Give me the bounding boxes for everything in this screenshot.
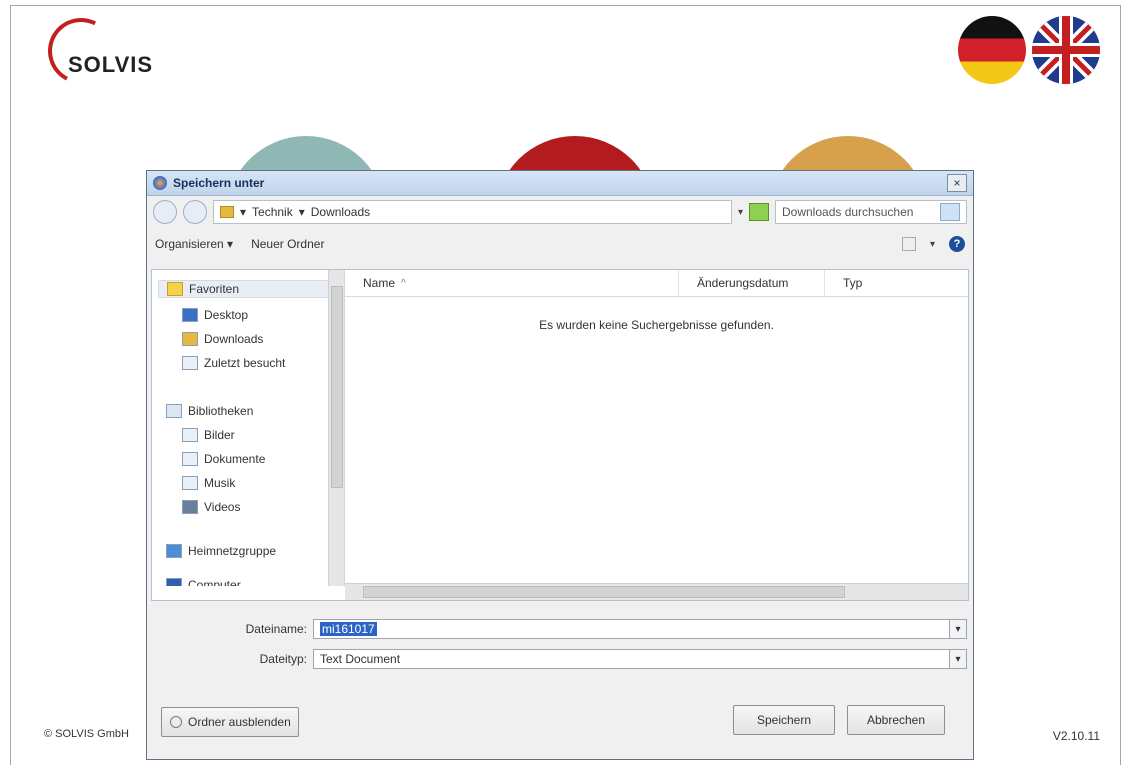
hide-folders-label: Ordner ausblenden — [188, 715, 291, 729]
browser-icon — [153, 176, 167, 190]
uk-flag-svg — [1032, 16, 1100, 84]
libraries-icon — [166, 404, 182, 418]
hscroll-thumb[interactable] — [363, 586, 845, 598]
breadcrumb-item-downloads[interactable]: Downloads — [311, 205, 370, 219]
breadcrumb-caret-1: ▾ — [240, 205, 247, 219]
breadcrumb-item-technik[interactable]: Technik — [252, 205, 293, 219]
star-icon — [167, 282, 183, 296]
view-dropdown-icon[interactable]: ▾ — [930, 239, 935, 250]
forward-button[interactable] — [183, 200, 207, 224]
nav-documents-label: Dokumente — [204, 452, 266, 466]
filename-dropdown-icon[interactable]: ▾ — [949, 620, 966, 638]
file-list-header: Name ^ Änderungsdatum Typ — [345, 270, 968, 297]
nav-scroll-thumb[interactable] — [331, 286, 343, 488]
pictures-icon — [182, 428, 198, 442]
computer-icon — [166, 578, 182, 586]
filename-label: Dateiname: — [245, 622, 307, 636]
nav-computer[interactable]: Computer — [166, 576, 241, 586]
recent-places-icon — [182, 356, 198, 370]
dialog-titlebar: Speichern unter × — [147, 171, 973, 196]
nav-homegroup[interactable]: Heimnetzgruppe — [166, 542, 276, 560]
desktop-icon — [182, 308, 198, 322]
nav-computer-label: Computer — [188, 578, 241, 586]
help-icon[interactable]: ? — [949, 236, 965, 252]
version-text: V2.10.11 — [1052, 729, 1100, 743]
nav-vertical-scrollbar[interactable] — [328, 270, 344, 586]
nav-videos-label: Videos — [204, 500, 241, 514]
new-folder-button[interactable]: Neuer Ordner — [251, 237, 324, 251]
nav-desktop[interactable]: Desktop — [182, 306, 248, 324]
filetype-label: Dateityp: — [259, 652, 307, 666]
toolbar-right: ▾ ? — [901, 236, 965, 252]
filetype-row: Dateityp: Text Document ▾ — [227, 649, 967, 669]
save-button[interactable]: Speichern — [733, 705, 835, 735]
nav-recent-label: Zuletzt besucht — [204, 356, 286, 370]
nav-videos[interactable]: Videos — [182, 498, 240, 516]
breadcrumb-caret-2: ▾ — [298, 205, 305, 219]
nav-documents[interactable]: Dokumente — [182, 450, 265, 468]
empty-results-message: Es wurden keine Suchergebnisse gefunden. — [539, 318, 774, 332]
organize-label: Organisieren — [155, 237, 224, 251]
column-name[interactable]: Name ^ — [345, 270, 679, 296]
nav-homegroup-label: Heimnetzgruppe — [188, 544, 277, 558]
search-placeholder: Downloads durchsuchen — [782, 205, 914, 219]
view-options-icon[interactable] — [901, 237, 916, 251]
file-list: Name ^ Änderungsdatum Typ Es wurden kein… — [345, 270, 968, 600]
downloads-folder-icon — [182, 332, 198, 346]
history-dropdown-icon[interactable]: ▾ — [738, 207, 743, 218]
dialog-toolbar: Organisieren ▾ Neuer Ordner ▾ ? — [147, 228, 973, 260]
nav-recent[interactable]: Zuletzt besucht — [182, 354, 285, 372]
nav-music-label: Musik — [204, 476, 236, 490]
file-list-horizontal-scrollbar[interactable] — [345, 583, 968, 600]
close-button[interactable]: × — [947, 174, 967, 192]
dialog-title: Speichern unter — [173, 176, 265, 190]
nav-libraries-label: Bibliotheken — [188, 404, 254, 418]
refresh-icon[interactable] — [749, 203, 769, 221]
filetype-combobox[interactable]: Text Document ▾ — [313, 649, 967, 669]
nav-desktop-label: Desktop — [204, 308, 249, 322]
search-field[interactable]: Downloads durchsuchen — [775, 200, 967, 224]
nav-favorites[interactable]: Favoriten — [158, 280, 334, 298]
filename-combobox[interactable]: mi161017 ▾ — [313, 619, 967, 639]
back-button[interactable] — [153, 200, 177, 224]
sort-indicator-icon: ^ — [401, 277, 406, 289]
nav-pictures-label: Bilder — [204, 428, 235, 442]
folder-icon — [220, 206, 234, 218]
nav-pictures[interactable]: Bilder — [182, 426, 235, 444]
hide-folders-icon — [170, 716, 182, 728]
filetype-dropdown-icon[interactable]: ▾ — [949, 650, 966, 668]
address-bar: ▾ Technik ▾ Downloads ▾ Downloads durchs… — [147, 196, 973, 228]
navigation-pane: Favoriten Desktop Downloads Zuletzt besu… — [152, 270, 345, 586]
uk-flag-icon[interactable] — [1032, 16, 1100, 84]
logo-text: SOLVIS — [68, 52, 154, 77]
hide-folders-button[interactable]: Ordner ausblenden — [161, 707, 299, 737]
path-box[interactable]: ▾ Technik ▾ Downloads — [213, 200, 732, 224]
documents-icon — [182, 452, 198, 466]
nav-downloads-label: Downloads — [204, 332, 264, 346]
nav-music[interactable]: Musik — [182, 474, 235, 492]
nav-favorites-label: Favoriten — [189, 282, 240, 296]
videos-icon — [182, 500, 198, 514]
filetype-value[interactable]: Text Document — [320, 652, 400, 666]
organize-button[interactable]: Organisieren ▾ — [155, 237, 233, 251]
cancel-button[interactable]: Abbrechen — [847, 705, 945, 735]
nav-libraries[interactable]: Bibliotheken — [166, 402, 253, 420]
music-icon — [182, 476, 198, 490]
filename-row: Dateiname: mi161017 ▾ — [227, 619, 967, 639]
filename-value[interactable]: mi161017 — [320, 622, 377, 636]
copyright-text: © SOLVIS GmbH — [44, 728, 129, 740]
search-icon[interactable] — [940, 203, 960, 221]
organize-dropdown-icon: ▾ — [227, 237, 234, 251]
column-modified[interactable]: Änderungsdatum — [679, 270, 825, 296]
nav-downloads[interactable]: Downloads — [182, 330, 263, 348]
homegroup-icon — [166, 544, 182, 558]
column-name-label: Name — [363, 276, 396, 290]
save-as-dialog: Speichern unter × ▾ Technik ▾ Downloads … — [146, 170, 974, 760]
column-type[interactable]: Typ — [825, 270, 968, 296]
solvis-logo: SOLVIS — [39, 9, 174, 93]
dialog-fields: Dateiname: mi161017 ▾ Dateityp: Text Doc… — [227, 619, 967, 679]
german-flag-icon[interactable] — [958, 16, 1026, 84]
dialog-panes: Favoriten Desktop Downloads Zuletzt besu… — [151, 269, 969, 601]
